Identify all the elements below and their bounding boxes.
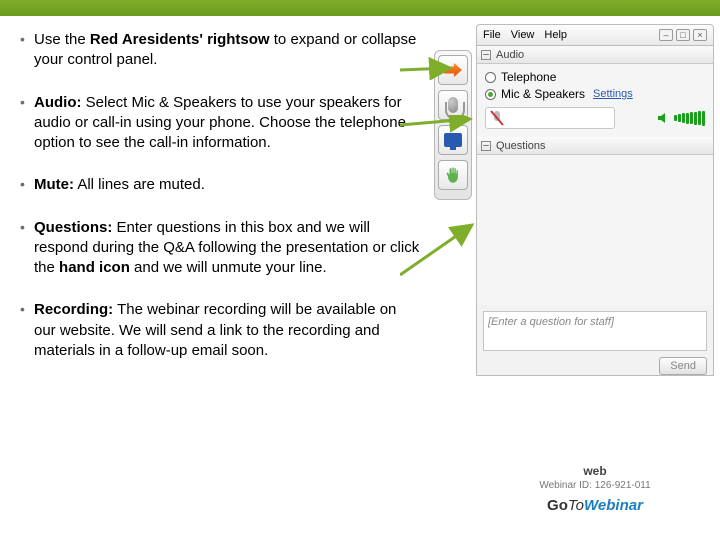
- expand-collapse-button[interactable]: [438, 55, 468, 85]
- menu-help[interactable]: Help: [544, 29, 567, 41]
- webinar-name: web: [476, 464, 714, 478]
- instruction-audio: Audio: Select Mic & Speakers to use your…: [20, 93, 420, 154]
- menu-view[interactable]: View: [511, 29, 535, 41]
- text-bold: hand icon: [59, 259, 130, 276]
- question-input[interactable]: [Enter a question for staff]: [483, 311, 707, 351]
- instruction-mute: Mute: All lines are muted.: [20, 175, 420, 195]
- text-bold: Red Aresidents' rightsow: [90, 31, 270, 48]
- red-arrow-icon: [444, 63, 462, 77]
- menu-file[interactable]: File: [483, 29, 501, 41]
- text-bold: Audio:: [34, 94, 81, 111]
- mic-level-box: [485, 107, 615, 129]
- audio-section-header[interactable]: – Audio: [477, 46, 713, 64]
- radio-mic-speakers[interactable]: Mic & Speakers Settings: [485, 87, 705, 101]
- muted-mic-icon: [490, 110, 504, 126]
- microphone-icon: [448, 97, 458, 113]
- text: All lines are muted.: [74, 176, 205, 193]
- audio-section: Telephone Mic & Speakers Settings: [477, 64, 713, 137]
- webinar-id: Webinar ID: 126-921-011: [476, 480, 714, 491]
- screen-button[interactable]: [438, 125, 468, 155]
- panel-body: – Audio Telephone Mic & Speakers Setting…: [476, 46, 714, 376]
- text-bold: Questions:: [34, 219, 112, 236]
- speaker-level: [657, 111, 705, 126]
- close-button[interactable]: ×: [693, 29, 707, 41]
- section-title: Questions: [496, 140, 546, 152]
- speaker-icon: [657, 111, 671, 125]
- radio-telephone[interactable]: Telephone: [485, 70, 705, 84]
- radio-label: Mic & Speakers: [501, 87, 585, 101]
- logo-webinar: Webinar: [584, 497, 643, 514]
- panel-footer: web Webinar ID: 126-921-011 GoToWebinar: [476, 464, 714, 514]
- logo-to: To: [568, 497, 584, 514]
- panel-sidebar: [434, 50, 472, 200]
- hand-icon: [446, 166, 460, 184]
- radio-icon-selected: [485, 89, 496, 100]
- questions-section-header[interactable]: – Questions: [477, 137, 713, 155]
- questions-section: [477, 155, 713, 305]
- minimize-button[interactable]: –: [659, 29, 673, 41]
- instruction-questions: Questions: Enter questions in this box a…: [20, 218, 420, 279]
- section-title: Audio: [496, 49, 524, 61]
- collapse-icon: –: [481, 141, 491, 151]
- collapse-icon: –: [481, 50, 491, 60]
- screen-icon: [444, 133, 462, 147]
- text-bold: Recording:: [34, 301, 113, 318]
- maximize-button[interactable]: □: [676, 29, 690, 41]
- instruction-list: Use the Red Aresidents' rightsow to expa…: [20, 30, 420, 383]
- instruction-red-arrow: Use the Red Aresidents' rightsow to expa…: [20, 30, 420, 71]
- mic-button[interactable]: [438, 90, 468, 120]
- text-bold: Mute:: [34, 176, 74, 193]
- window-menubar: File View Help – □ ×: [476, 24, 714, 46]
- text: Use the: [34, 31, 90, 48]
- radio-label: Telephone: [501, 70, 556, 84]
- audio-settings-link[interactable]: Settings: [593, 88, 633, 100]
- slide-top-bar: [0, 0, 720, 16]
- gotowebinar-logo: GoToWebinar: [476, 497, 714, 514]
- text: and we will unmute your line.: [130, 259, 327, 276]
- text: Select Mic & Speakers to use your speake…: [34, 94, 406, 152]
- radio-icon: [485, 72, 496, 83]
- gotowebinar-panel: File View Help – □ × – Audio T: [434, 24, 714, 534]
- logo-go: Go: [547, 497, 568, 514]
- instruction-recording: Recording: The webinar recording will be…: [20, 300, 420, 361]
- hand-button[interactable]: [438, 160, 468, 190]
- send-button[interactable]: Send: [659, 357, 707, 375]
